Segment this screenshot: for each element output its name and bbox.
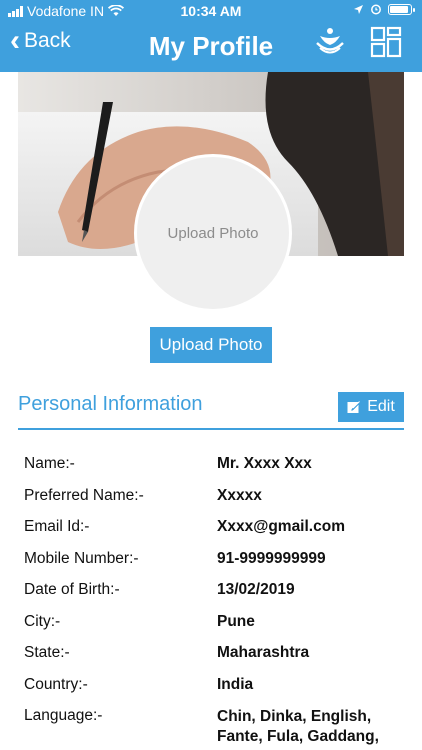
info-value: 13/02/2019 <box>217 581 295 598</box>
people-logo-icon[interactable] <box>314 26 346 58</box>
edit-icon <box>347 401 362 413</box>
info-row-preferred-name: Preferred Name:- Xxxxx <box>0 480 422 512</box>
info-label: Date of Birth:- <box>24 581 120 598</box>
section-divider <box>18 428 404 430</box>
nav-bar: ‹ Back My Profile <box>0 22 422 72</box>
status-bar: Vodafone IN 10:34 AM <box>0 0 422 22</box>
info-row-state: State:- Maharashtra <box>0 637 422 669</box>
info-label: State:- <box>24 644 70 661</box>
back-label: Back <box>24 29 71 52</box>
info-row-country: Country:- India <box>0 669 422 701</box>
info-row-mobile: Mobile Number:- 91-9999999999 <box>0 543 422 575</box>
info-value: Xxxx@gmail.com <box>217 518 345 535</box>
section-heading: Personal Information <box>18 393 203 415</box>
info-label: Mobile Number:- <box>24 549 139 567</box>
info-value: India <box>217 675 254 693</box>
info-value: Pune <box>217 612 255 630</box>
info-label: Email Id:- <box>24 518 90 535</box>
status-right <box>353 3 415 15</box>
info-label: Country:- <box>24 675 88 693</box>
info-row-email: Email Id:- Xxxx@gmail.com <box>0 511 422 543</box>
info-label: Language:- <box>24 707 103 724</box>
back-button[interactable]: ‹ Back <box>10 26 71 56</box>
info-row-name: Name:- Mr. Xxxx Xxx <box>0 448 422 480</box>
avatar-placeholder-text: Upload Photo <box>167 224 259 242</box>
location-arrow-icon <box>354 4 363 14</box>
info-value: Mr. Xxxx Xxx <box>217 455 312 472</box>
info-label: Name:- <box>24 455 75 472</box>
avatar-upload[interactable]: Upload Photo <box>134 154 292 312</box>
info-value: 91-9999999999 <box>217 549 326 567</box>
grid-icon[interactable] <box>370 26 402 58</box>
info-label: Preferred Name:- <box>24 486 144 504</box>
info-row-dob: Date of Birth:- 13/02/2019 <box>0 574 422 606</box>
edit-button[interactable]: Edit <box>338 392 404 422</box>
info-value: Xxxxx <box>217 486 262 504</box>
edit-label: Edit <box>367 398 395 415</box>
chevron-left-icon: ‹ <box>10 24 20 57</box>
info-value: Chin, Dinka, English, Fante, Fula, Gadda… <box>217 708 379 745</box>
alarm-icon <box>371 4 381 15</box>
info-row-city: City:- Pune <box>0 606 422 638</box>
battery-icon <box>388 3 415 15</box>
info-value: Maharashtra <box>217 644 310 661</box>
info-label: City:- <box>24 612 61 630</box>
personal-info-list: Name:- Mr. Xxxx Xxx Preferred Name:- Xxx… <box>0 448 422 745</box>
info-row-language: Language:- Chin, Dinka, English, Fante, … <box>0 700 422 745</box>
upload-photo-button[interactable]: Upload Photo <box>150 327 272 363</box>
